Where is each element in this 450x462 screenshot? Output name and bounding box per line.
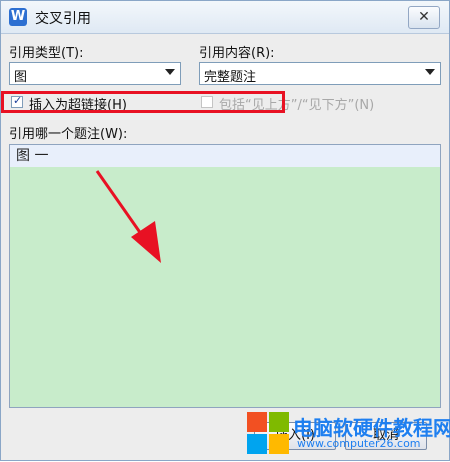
site-watermark: 电脑软硬件教程网 www.computer26.com [247, 410, 450, 460]
annotation-arrow-icon [95, 170, 161, 263]
watermark-url: www.computer26.com [297, 437, 421, 450]
windows-logo-icon [247, 412, 291, 456]
cross-reference-dialog: W 交叉引用 ✕ 引用类型(T): 图 引用内容(R): 完整题注 ✓ 插入为超… [0, 0, 450, 461]
